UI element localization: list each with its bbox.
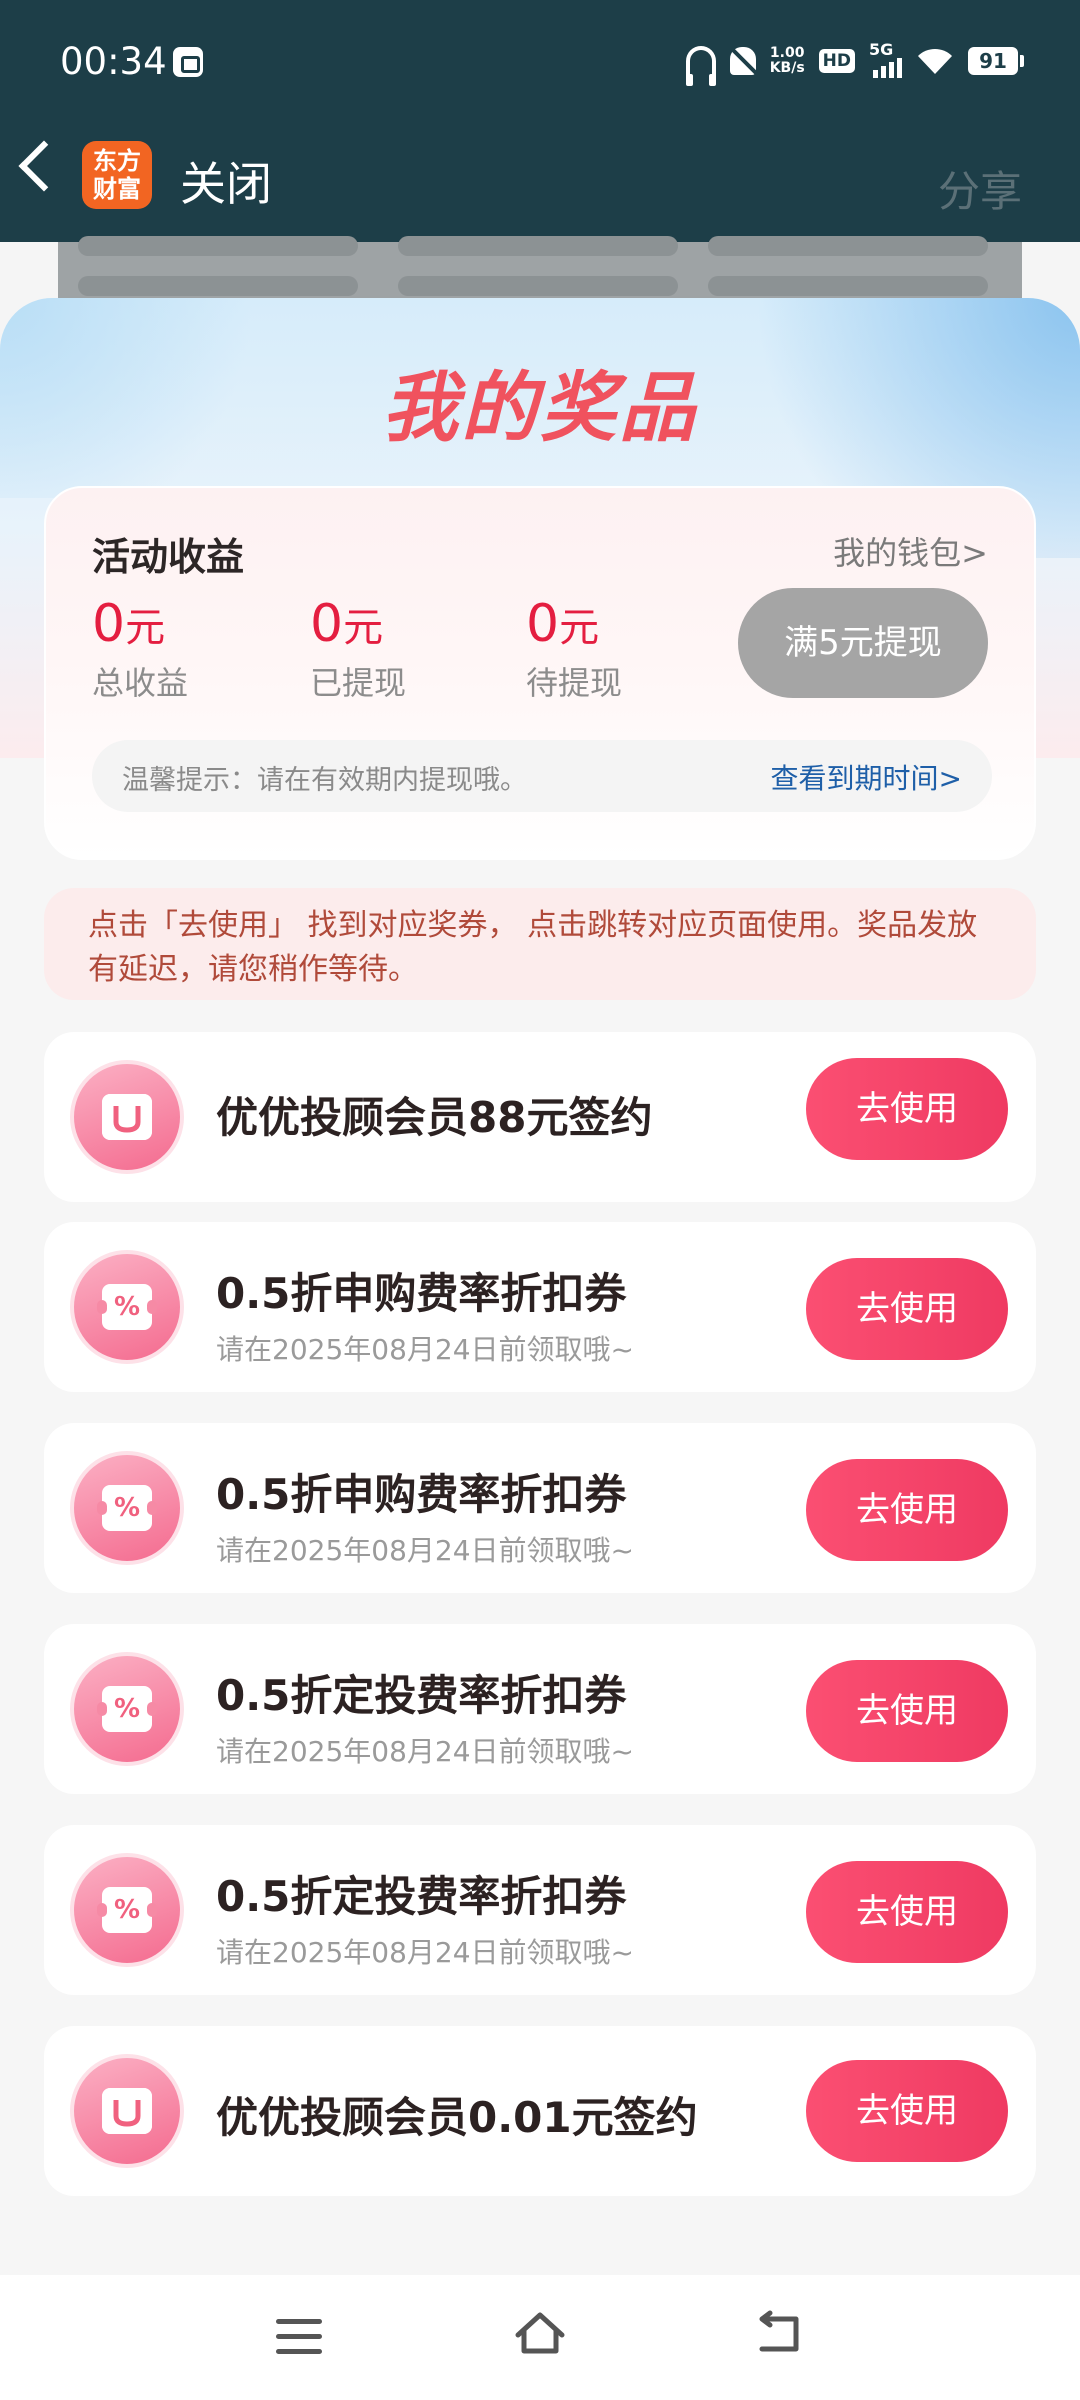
stat-label: 待提现 xyxy=(526,664,623,702)
page-title: 我的奖品 xyxy=(382,363,698,452)
logo-line2: 财富 xyxy=(93,175,141,203)
hd-badge: HD xyxy=(818,49,855,73)
status-icons: 1.00 KB/s HD 5G 91 xyxy=(685,36,1024,86)
prize-item: % 0.5折申购费率折扣券 请在2025年08月24日前领取哦~ 去使用 xyxy=(44,1423,1036,1593)
headphone-icon xyxy=(685,46,716,86)
usage-notice: 点击「去使用」 找到对应奖券， 点击跳转对应页面使用。奖品发放有延迟，请您稍作等… xyxy=(44,888,1036,1000)
prize-subtitle: 请在2025年08月24日前领取哦~ xyxy=(216,1936,634,1969)
wifi-icon xyxy=(918,48,952,74)
stat-value: 0 xyxy=(310,594,344,654)
stat-value: 0 xyxy=(92,594,126,654)
stat-unit: 元 xyxy=(125,605,166,651)
prize-subtitle: 请在2025年08月24日前领取哦~ xyxy=(216,1534,634,1567)
stat-pending: 0元 待提现 xyxy=(526,594,622,704)
app-header: 00:34 1.00 KB/s HD 5G 91 东方 财富 关闭 分享 xyxy=(0,0,1080,242)
use-button[interactable]: 去使用 xyxy=(806,1459,1008,1561)
earnings-card: 活动收益 我的钱包> 0元 总收益 0元 已提现 0元 待提现 满5元提现 温馨… xyxy=(44,486,1036,860)
prize-title: 优优投顾会员0.01元签约 xyxy=(216,2093,698,2142)
signal-icon: 5G xyxy=(869,40,902,78)
coupon-icon: % xyxy=(70,1853,184,1967)
bell-muted-icon xyxy=(729,47,756,75)
coupon-icon: % xyxy=(70,1652,184,1766)
battery-level: 91 xyxy=(968,47,1018,75)
coupon-icon: % xyxy=(70,1451,184,1565)
member-card-icon xyxy=(102,1094,152,1140)
prize-title: 0.5折定投费率折扣券 xyxy=(216,1671,627,1720)
withdraw-button[interactable]: 满5元提现 xyxy=(738,588,988,698)
member-icon xyxy=(70,2054,184,2168)
use-button[interactable]: 去使用 xyxy=(806,1058,1008,1160)
status-time: 00:34 xyxy=(60,40,167,83)
prize-item: 优优投顾会员0.01元签约 去使用 xyxy=(44,2026,1036,2196)
stat-label: 总收益 xyxy=(92,664,189,702)
percent-coupon-icon: % xyxy=(97,1485,157,1531)
prize-title: 0.5折定投费率折扣券 xyxy=(216,1872,627,1921)
stat-label: 已提现 xyxy=(310,664,407,702)
use-button[interactable]: 去使用 xyxy=(806,1861,1008,1963)
coupon-icon: % xyxy=(70,1250,184,1364)
percent-coupon-icon: % xyxy=(97,1284,157,1330)
eastmoney-logo: 东方 财富 xyxy=(82,141,152,209)
system-nav-bar xyxy=(0,2275,1080,2400)
prize-item: % 0.5折申购费率折扣券 请在2025年08月24日前领取哦~ 去使用 xyxy=(44,1222,1036,1392)
use-button[interactable]: 去使用 xyxy=(806,1660,1008,1762)
notification-app-icon xyxy=(173,47,203,77)
wallet-link[interactable]: 我的钱包> xyxy=(833,528,988,574)
menu-icon[interactable] xyxy=(276,2319,322,2355)
prize-item: % 0.5折定投费率折扣券 请在2025年08月24日前领取哦~ 去使用 xyxy=(44,1825,1036,1995)
network-type: 5G xyxy=(869,40,894,59)
prize-subtitle: 请在2025年08月24日前领取哦~ xyxy=(216,1333,634,1366)
stat-total: 0元 总收益 xyxy=(92,594,188,704)
prize-item: 优优投顾会员88元签约 去使用 xyxy=(44,1032,1036,1202)
stat-withdrawn: 0元 已提现 xyxy=(310,594,406,704)
expiry-time-link[interactable]: 查看到期时间> xyxy=(771,757,962,797)
stat-value: 0 xyxy=(526,594,560,654)
tip-bar: 温馨提示：请在有效期内提现哦。 查看到期时间> xyxy=(92,740,992,812)
back-icon[interactable] xyxy=(752,2309,808,2357)
prize-title: 优优投顾会员88元签约 xyxy=(216,1093,653,1142)
member-icon xyxy=(70,1060,184,1174)
logo-line1: 东方 xyxy=(93,147,141,175)
share-button[interactable]: 分享 xyxy=(938,158,1022,219)
stat-unit: 元 xyxy=(559,605,600,651)
net-speed: 1.00 KB/s xyxy=(770,46,805,76)
percent-coupon-icon: % xyxy=(97,1686,157,1732)
prize-item: % 0.5折定投费率折扣券 请在2025年08月24日前领取哦~ 去使用 xyxy=(44,1624,1036,1794)
tip-text: 温馨提示：请在有效期内提现哦。 xyxy=(122,765,527,796)
use-button[interactable]: 去使用 xyxy=(806,1258,1008,1360)
back-arrow-icon[interactable] xyxy=(18,140,70,192)
close-button[interactable]: 关闭 xyxy=(180,148,272,214)
prize-sheet: 我的奖品 活动收益 我的钱包> 0元 总收益 0元 已提现 0元 待提现 满5元… xyxy=(0,298,1080,2400)
use-button[interactable]: 去使用 xyxy=(806,2060,1008,2162)
earnings-title: 活动收益 xyxy=(92,535,245,579)
prize-title: 0.5折申购费率折扣券 xyxy=(216,1470,627,1519)
prize-subtitle: 请在2025年08月24日前领取哦~ xyxy=(216,1735,634,1768)
net-speed-value: 1.00 xyxy=(769,45,805,61)
home-icon[interactable] xyxy=(512,2305,568,2361)
net-speed-unit: KB/s xyxy=(769,60,805,76)
percent-coupon-icon: % xyxy=(97,1887,157,1933)
battery-icon: 91 xyxy=(968,47,1024,75)
stat-unit: 元 xyxy=(343,605,384,651)
member-card-icon xyxy=(102,2088,152,2134)
prize-title: 0.5折申购费率折扣券 xyxy=(216,1269,627,1318)
